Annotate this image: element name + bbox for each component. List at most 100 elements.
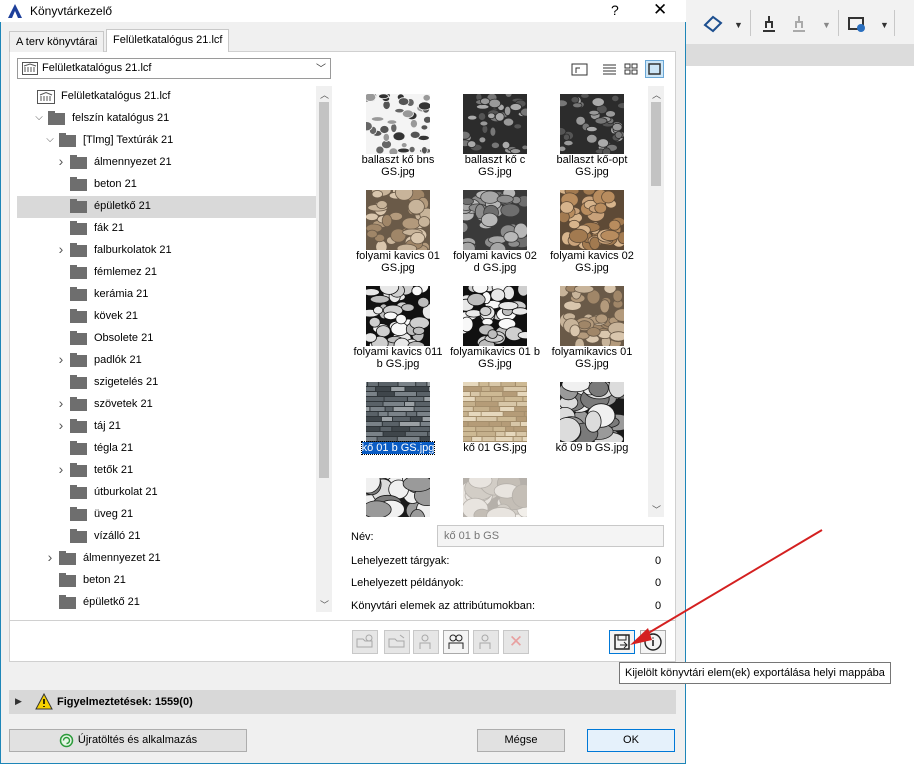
tree-item[interactable]: › falburkolatok 21 <box>17 240 316 262</box>
tree-item-label: padlók 21 <box>94 354 142 366</box>
texture-thumbnail <box>365 183 435 254</box>
tree-item[interactable]: fémlemez 21 <box>17 262 316 284</box>
users-button[interactable] <box>443 630 469 654</box>
tree-item[interactable]: szigetelés 21 <box>17 372 316 394</box>
tree-item[interactable]: üveg 21 <box>17 504 316 526</box>
export-to-folder-button[interactable] <box>609 630 635 654</box>
chevron-right-icon[interactable]: › <box>56 395 66 411</box>
grid-scroll-thumb[interactable] <box>651 102 661 186</box>
library-icon <box>22 62 38 75</box>
texture-label: folyamikavics 01 GS.jpg <box>547 346 637 370</box>
tree-item[interactable]: épületkő 21 <box>17 592 316 612</box>
expand-arrow-icon[interactable]: ▶ <box>15 696 22 707</box>
small-icon-view-button[interactable] <box>622 60 641 78</box>
tab-surface-catalog[interactable]: Felületkatalógus 21.lcf <box>106 29 230 52</box>
tree-item[interactable]: kövek 21 <box>17 306 316 328</box>
texture-label-text: ballaszt kő c GS.jpg <box>464 154 526 178</box>
tree-scroll-thumb[interactable] <box>319 102 329 478</box>
placed-instances-value: 0 <box>655 577 662 589</box>
texture-item[interactable]: folyami kavics 02 GS.jpg <box>547 182 637 274</box>
chevron-right-icon[interactable]: › <box>45 549 55 565</box>
chevron-down-icon[interactable]: ▼ <box>880 20 889 30</box>
tree-item[interactable]: épületkő 21 <box>17 196 316 218</box>
tree-item[interactable]: › táj 21 <box>17 416 316 438</box>
name-field[interactable]: kő 01 b GS <box>437 525 664 547</box>
tree-item[interactable]: beton 21 <box>17 174 316 196</box>
reload-apply-button[interactable]: Újratöltés és alkalmazás <box>9 729 247 752</box>
tree-item[interactable]: › álmennyezet 21 <box>17 152 316 174</box>
texture-item[interactable]: folyami kavics 02 d GS.jpg <box>450 182 540 274</box>
shape-tool-icon[interactable] <box>702 14 724 34</box>
ok-button[interactable]: OK <box>587 729 675 752</box>
chevron-down-icon[interactable]: ⌵ <box>34 112 44 123</box>
tree-item[interactable]: › tetők 21 <box>17 460 316 482</box>
paint-brush-icon[interactable] <box>758 14 780 34</box>
texture-item[interactable] <box>547 470 637 517</box>
delete-button[interactable]: ✕ <box>503 630 529 654</box>
grid-scrollbar[interactable]: ︿ ﹀ <box>648 86 664 517</box>
texture-item[interactable]: folyami kavics 011 b GS.jpg <box>353 278 443 370</box>
user-settings-button[interactable] <box>473 630 499 654</box>
print-settings-icon[interactable] <box>846 14 868 34</box>
scroll-up-icon[interactable]: ︿ <box>320 88 329 101</box>
tree-item[interactable]: vízálló 21 <box>17 526 316 548</box>
texture-item[interactable]: folyami kavics 01 GS.jpg <box>353 182 443 274</box>
folder-tree[interactable]: Felületkatalógus 21.lcf ⌵ felszín katalógu… <box>17 86 316 612</box>
chevron-down-icon[interactable]: ⌵ <box>45 134 55 145</box>
texture-item[interactable]: kő 01 b GS.jpg <box>353 374 451 466</box>
placed-objects-label: Lehelyezett tárgyak: <box>351 555 450 567</box>
tree-item[interactable]: › szövetek 21 <box>17 394 316 416</box>
tree-scrollbar[interactable]: ︿ ﹀ <box>316 86 332 612</box>
chevron-right-icon[interactable]: › <box>56 351 66 367</box>
add-folder-button[interactable] <box>352 630 378 654</box>
cancel-button[interactable]: Mégse <box>477 729 565 752</box>
scroll-up-icon[interactable]: ︿ <box>652 88 661 101</box>
close-button[interactable]: ✕ <box>653 0 667 20</box>
tree-item-label: beton 21 <box>83 574 126 586</box>
chevron-right-icon[interactable]: › <box>56 417 66 433</box>
tree-item[interactable]: › padlók 21 <box>17 350 316 372</box>
import-folder-button[interactable] <box>384 630 410 654</box>
tree-item[interactable]: tégla 21 <box>17 438 316 460</box>
divider <box>9 620 676 621</box>
texture-label-text: folyami kavics 02 GS.jpg <box>550 250 634 274</box>
library-select[interactable]: Felületkatalógus 21.lcf ﹀ <box>17 58 331 79</box>
texture-label: folyami kavics 02 d GS.jpg <box>450 250 540 274</box>
texture-thumbnail <box>558 184 630 251</box>
texture-label-text: folyamikavics 01 b GS.jpg <box>450 346 540 370</box>
tree-item[interactable]: ⌵ [Tlmg] Textúrák 21 <box>17 130 316 152</box>
texture-thumbnail <box>457 280 533 353</box>
texture-item[interactable]: folyamikavics 01 GS.jpg <box>547 278 637 370</box>
chevron-down-icon[interactable]: ▼ <box>734 20 743 30</box>
scroll-down-icon[interactable]: ﹀ <box>320 598 329 611</box>
tree-item[interactable]: ⌵ felszín katalógus 21 <box>17 108 316 130</box>
texture-item[interactable] <box>450 470 540 517</box>
tree-item[interactable]: útburkolat 21 <box>17 482 316 504</box>
scroll-down-icon[interactable]: ﹀ <box>652 503 661 516</box>
chevron-right-icon[interactable]: › <box>56 241 66 257</box>
warnings-bar[interactable]: ▶ Figyelmeztetések: 1559(0) <box>9 690 676 714</box>
texture-item[interactable]: ballaszt kő bns GS.jpg <box>353 86 443 178</box>
help-button[interactable]: ? <box>611 2 619 18</box>
texture-item[interactable]: ballaszt kő-opt GS.jpg <box>547 86 637 178</box>
texture-item[interactable]: kő 01 GS.jpg <box>450 374 544 466</box>
texture-item[interactable] <box>353 466 444 517</box>
texture-grid[interactable]: ballaszt kő bns GS.jpg ballaszt kő c GS.j… <box>349 86 646 517</box>
tree-item[interactable]: Obsolete 21 <box>17 328 316 350</box>
tree-item[interactable]: kerámia 21 <box>17 284 316 306</box>
open-folder-button[interactable] <box>570 60 589 78</box>
tree-item[interactable]: Felületkatalógus 21.lcf <box>17 86 316 108</box>
chevron-right-icon[interactable]: › <box>56 153 66 169</box>
tab-project-libraries[interactable]: A terv könyvtárai <box>9 31 105 52</box>
texture-item[interactable]: ballaszt kő c GS.jpg <box>450 86 540 178</box>
info-button[interactable] <box>640 630 666 654</box>
large-icon-view-button[interactable] <box>645 60 664 78</box>
add-user-button[interactable] <box>413 630 439 654</box>
texture-item[interactable]: kő 09 b GS.jpg <box>547 372 637 466</box>
tree-item[interactable]: › álmennyezet 21 <box>17 548 316 570</box>
tree-item[interactable]: beton 21 <box>17 570 316 592</box>
tree-item[interactable]: fák 21 <box>17 218 316 240</box>
chevron-right-icon[interactable]: › <box>56 461 66 477</box>
texture-item[interactable]: folyamikavics 01 b GS.jpg <box>450 278 540 370</box>
list-view-button[interactable] <box>600 60 619 78</box>
